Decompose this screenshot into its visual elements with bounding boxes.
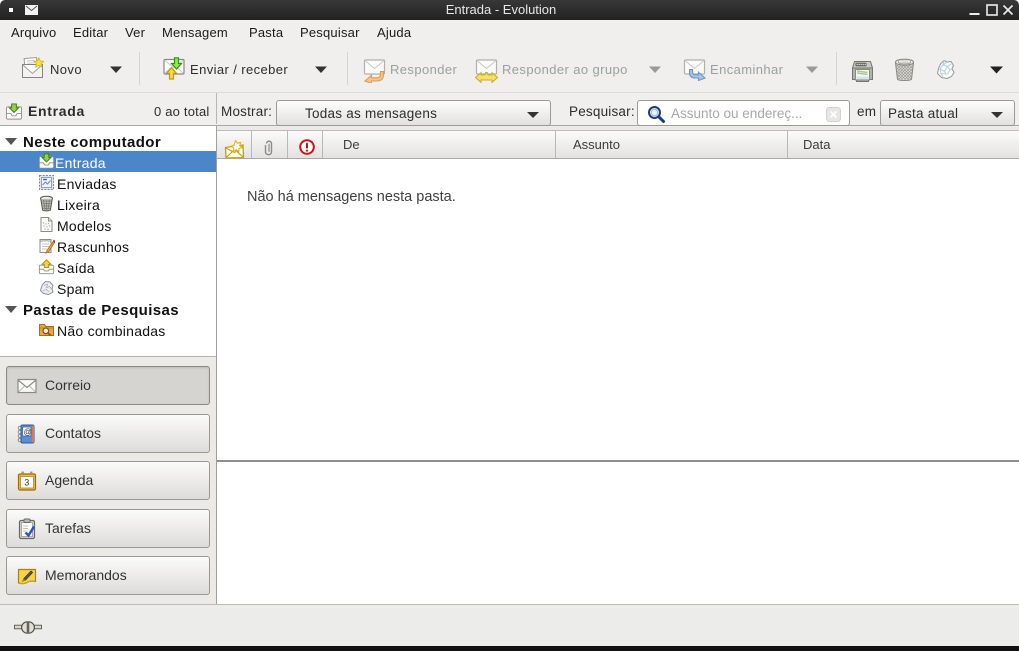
svg-text:3: 3 [24, 478, 29, 488]
svg-text:@: @ [24, 428, 32, 437]
